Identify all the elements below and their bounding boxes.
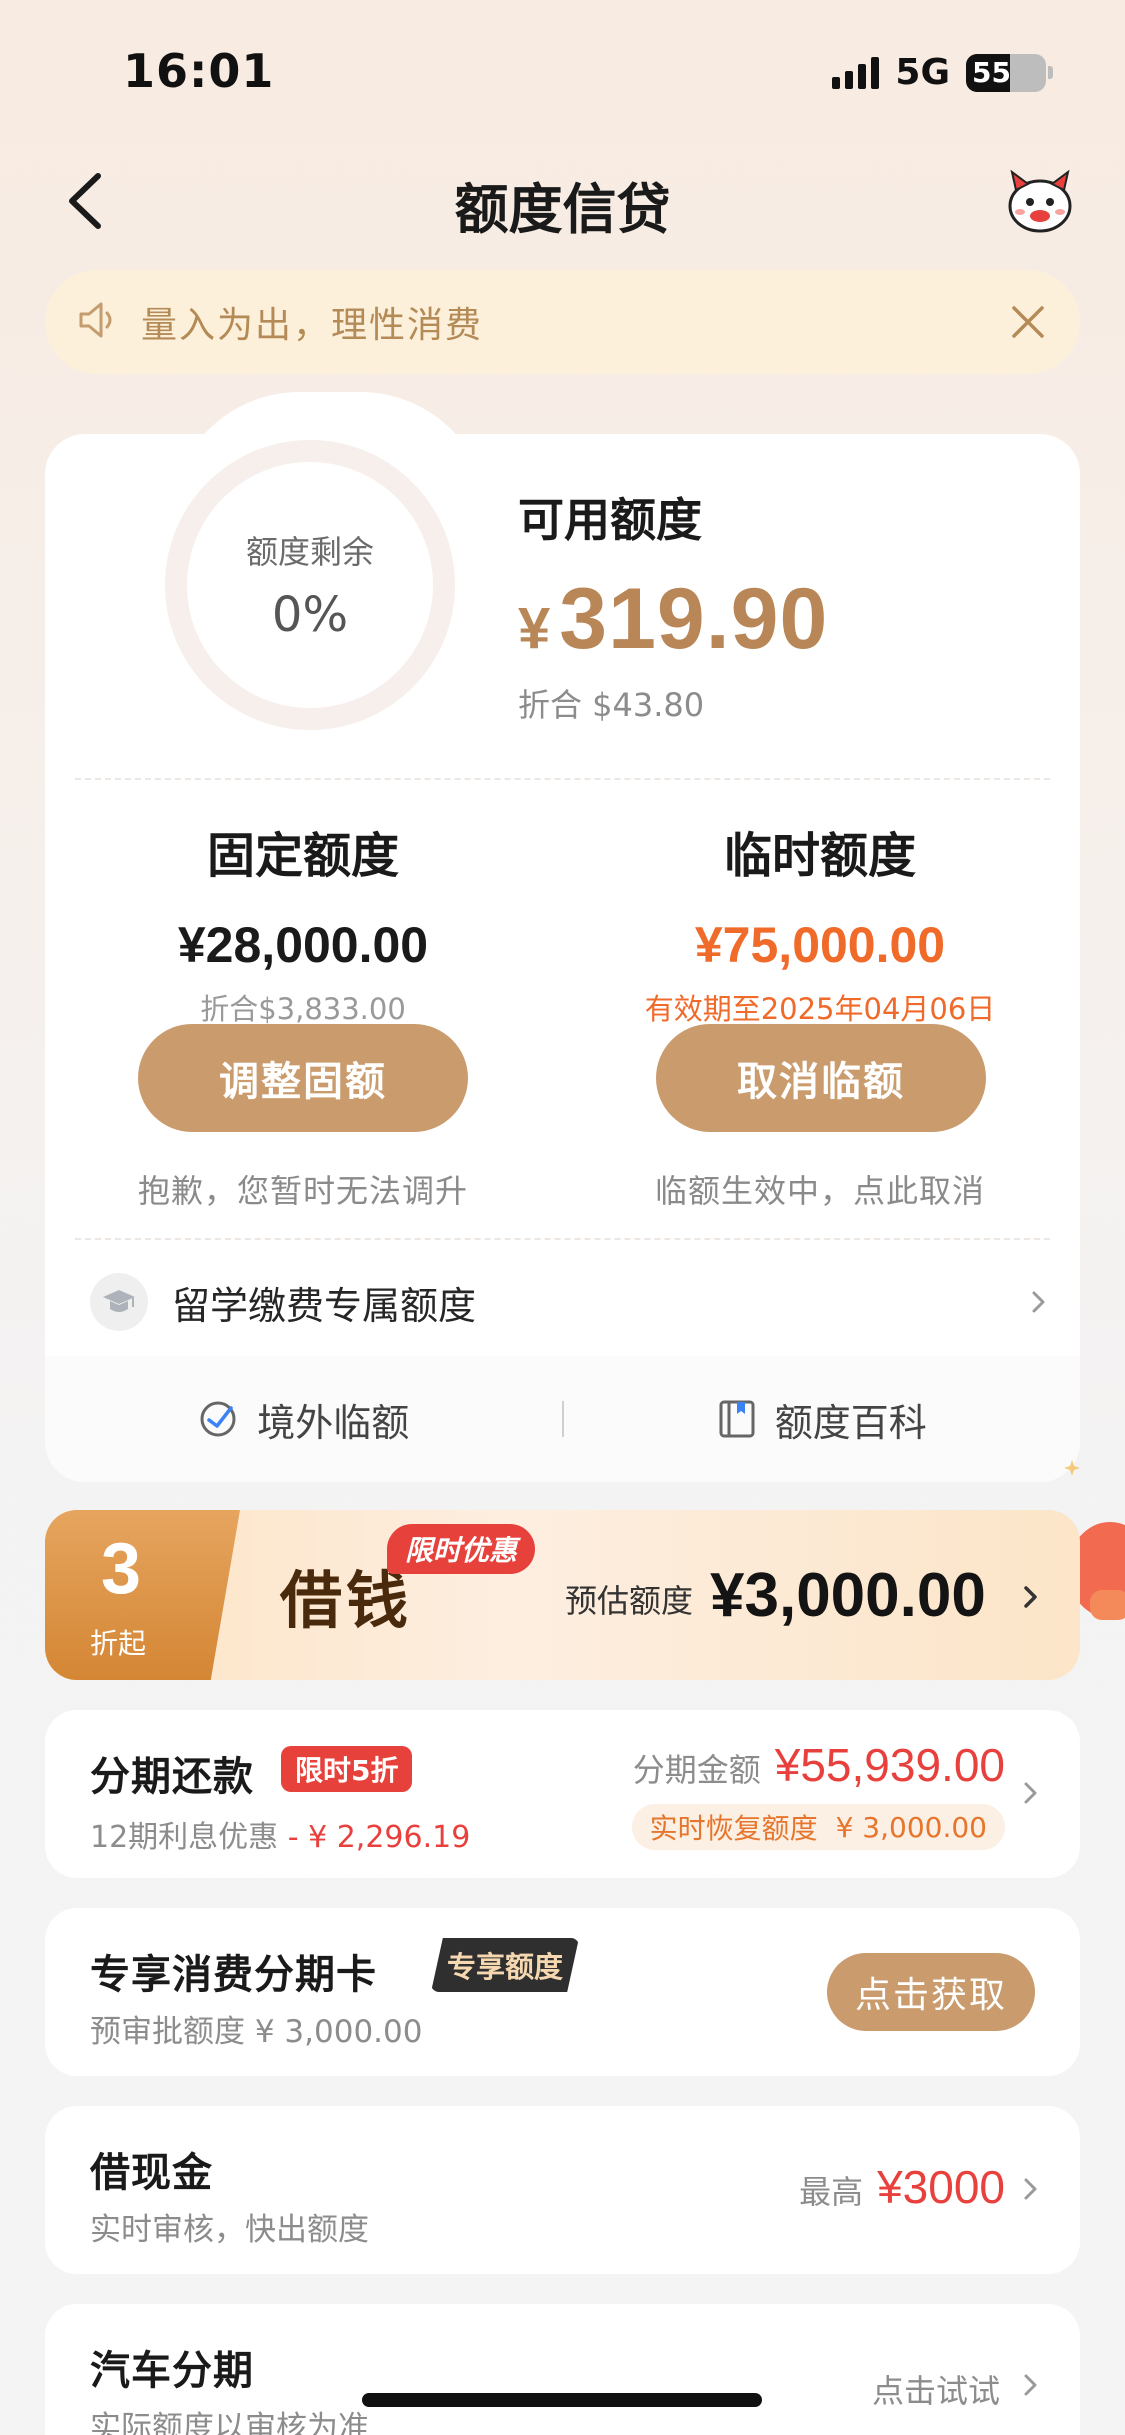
ring-label: 额度剩余: [245, 533, 374, 571]
divider: [75, 778, 1050, 780]
pre-approved-quota: 预审批额度 ¥ 3,000.00: [90, 2014, 423, 2050]
temporary-title: 临时额度: [723, 828, 916, 884]
installment-amount: ¥55,939.00: [774, 1739, 1005, 1791]
discount-badge: 3 折起: [45, 1510, 240, 1680]
installment-card[interactable]: 分期还款 限时5折 12期利息优惠 - ¥ 2,296.19 分期金额 ¥55,…: [45, 1710, 1080, 1878]
installment-amount-label: 分期金额: [632, 1751, 761, 1789]
ring-value: 0%: [271, 587, 349, 643]
temporary-validity: 有效期至2025年04月06日: [644, 992, 996, 1026]
network-type: 5G: [895, 52, 950, 93]
temporary-amount: ¥75,000.00: [694, 917, 946, 973]
status-indicators: 5G 55: [832, 52, 1053, 93]
fixed-converted: 折合$3,833.00: [200, 992, 406, 1026]
cancel-temporary-button[interactable]: 取消临额: [656, 1024, 986, 1132]
max-amount: ¥3000: [877, 2161, 1005, 2213]
signal-icon: [832, 56, 880, 89]
estimate-label: 预估额度: [565, 1582, 694, 1620]
overseas-quota-label: 境外临额: [257, 1400, 410, 1445]
plane-icon: [200, 1401, 236, 1437]
chevron-right-icon: [1020, 1776, 1042, 1814]
loan-banner[interactable]: 3 折起 借钱 限时优惠 预估额度 ¥3,000.00: [45, 1510, 1080, 1680]
notice-bar: 量入为出，理性消费: [45, 270, 1080, 374]
page-title: 额度信贷: [454, 178, 671, 241]
graduation-cap-icon: [90, 1273, 148, 1331]
installment-title: 分期还款: [90, 1754, 254, 1800]
overseas-quota-link[interactable]: 境外临额: [45, 1392, 562, 1447]
book-icon: [719, 1400, 755, 1438]
study-quota-label: 留学缴费专属额度: [172, 1283, 477, 1328]
interest-discount: 12期利息优惠 - ¥ 2,296.19: [90, 1812, 470, 1856]
battery-icon: 55: [966, 53, 1053, 92]
notice-text: 量入为出，理性消费: [141, 305, 484, 346]
car-loan-title: 汽车分期: [90, 2348, 254, 2394]
exclusive-card-offer: 专享消费分期卡 专享额度 预审批额度 ¥ 3,000.00 点击获取: [45, 1908, 1080, 2076]
available-amount: ¥319.90: [518, 570, 828, 669]
get-card-button[interactable]: 点击获取: [827, 1953, 1035, 2031]
half-price-tag: 限时5折: [281, 1746, 413, 1792]
car-loan-card[interactable]: 汽车分期 实际额度以审核为准 点击试试: [45, 2304, 1080, 2435]
quota-wiki-link[interactable]: 额度百科: [564, 1392, 1081, 1447]
battery-level: 55: [972, 56, 1011, 89]
fixed-title: 固定额度: [206, 828, 399, 884]
car-loan-sub: 实际额度以审核为准: [90, 2410, 369, 2435]
quota-ring: 额度剩余 0%: [165, 440, 455, 730]
fixed-quota-section: 固定额度 ¥28,000.00 折合$3,833.00: [53, 816, 553, 1028]
limited-offer-tag: 限时优惠: [387, 1524, 536, 1574]
quota-wiki-label: 额度百科: [774, 1400, 927, 1445]
currency-symbol: ¥: [518, 596, 552, 661]
quota-card-footer: 境外临额 额度百科: [45, 1356, 1080, 1482]
temporary-quota-section: 临时额度 ¥75,000.00 有效期至2025年04月06日: [570, 816, 1070, 1028]
restore-amount: ¥ 3,000.00: [835, 1810, 987, 1844]
cash-loan-sub: 实时审核，快出额度: [90, 2212, 369, 2248]
mascot-icon[interactable]: [1004, 168, 1076, 234]
cash-loan-card[interactable]: 借现金 实时审核，快出额度 最高 ¥3000: [45, 2106, 1080, 2274]
restore-label: 实时恢复额度: [649, 1812, 818, 1845]
speaker-icon: [77, 300, 121, 344]
close-icon[interactable]: [1008, 302, 1048, 342]
adjust-fixed-button[interactable]: 调整固额: [138, 1024, 468, 1132]
fixed-amount: ¥28,000.00: [177, 917, 429, 973]
fixed-note: 抱歉，您暂时无法调升: [137, 1172, 468, 1210]
chevron-right-icon: [1028, 1285, 1050, 1319]
interest-discount-label: 12期利息优惠: [90, 1820, 279, 1855]
status-time: 16:01: [123, 44, 275, 98]
installment-amount-row: 分期金额 ¥55,939.00: [633, 1738, 1005, 1792]
chevron-right-icon: [1020, 1580, 1042, 1618]
divider: [75, 1238, 1050, 1240]
discount-number: 3: [101, 1529, 142, 1609]
exclusive-card-title: 专享消费分期卡: [90, 1952, 377, 1998]
home-indicator[interactable]: [362, 2393, 762, 2407]
available-converted: 折合 $43.80: [518, 686, 705, 724]
cash-loan-max: 最高 ¥3000: [799, 2160, 1005, 2214]
study-quota-row[interactable]: 留学缴费专属额度: [90, 1264, 1050, 1340]
interest-discount-amount: - ¥ 2,296.19: [287, 1820, 471, 1855]
discount-text: 折起: [90, 1627, 147, 1660]
estimate-amount: ¥3,000.00: [710, 1561, 986, 1630]
max-label: 最高: [799, 2173, 864, 2211]
available-value: 319.90: [559, 571, 829, 667]
car-loan-action: 点击试试: [871, 2372, 1000, 2410]
exclusive-quota-tag: 专享额度: [431, 1938, 580, 1992]
restore-quota-pill: 实时恢复额度 ¥ 3,000.00: [631, 1804, 1005, 1850]
available-title: 可用额度: [518, 493, 702, 547]
chevron-right-icon: [1020, 2368, 1042, 2406]
chevron-right-icon: [1020, 2172, 1042, 2210]
cash-loan-title: 借现金: [90, 2150, 213, 2196]
temporary-note[interactable]: 临额生效中，点此取消: [570, 1166, 1070, 1212]
